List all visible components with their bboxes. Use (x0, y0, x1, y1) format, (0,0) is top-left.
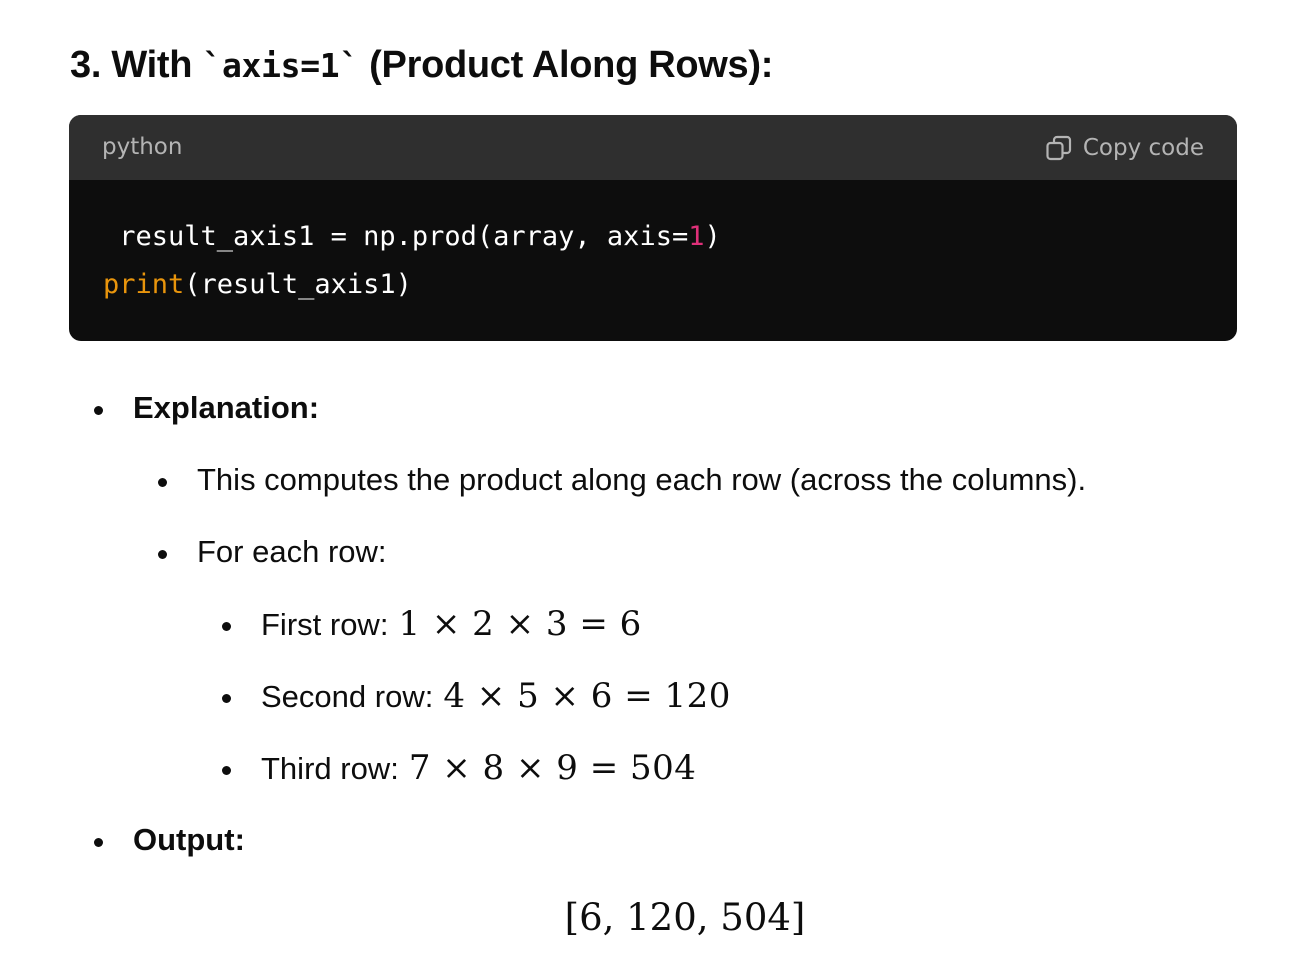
list-item: This computes the product along each row… (197, 462, 1086, 498)
list-item-text: This computes the product along each row… (197, 462, 1087, 497)
list-item-text: For each row: (197, 534, 387, 569)
code-text: ) (704, 221, 721, 252)
output-label: Output: (133, 822, 245, 858)
heading-inline-code: `axis=1` (202, 46, 359, 85)
copy-code-label: Copy code (1082, 135, 1204, 161)
math-expression: 1 × 2 × 3 = 6 (398, 604, 642, 644)
row-product-item: Third row: 7 × 8 × 9 = 504 (261, 748, 696, 788)
row-product-item: First row: 1 × 2 × 3 = 6 (261, 604, 642, 644)
copy-icon (1045, 134, 1073, 162)
bullet-dot (158, 478, 167, 487)
bullet-dot (222, 694, 231, 703)
section-heading: 3. With `axis=1` (Product Along Rows): (70, 44, 773, 87)
copy-code-button[interactable]: Copy code (1045, 132, 1204, 164)
bullet-dot (222, 766, 231, 775)
heading-suffix: (Product Along Rows): (358, 44, 774, 86)
row-label: First row: (261, 607, 389, 642)
code-line-1: result_axis1 = np.prod(array, axis=1) (103, 213, 721, 261)
bullet-dot (94, 838, 103, 847)
explanation-label-text: Explanation: (133, 390, 320, 425)
list-item: For each row: (197, 534, 387, 570)
code-block-header: python Copy code (69, 115, 1237, 180)
row-product-item: Second row: 4 × 5 × 6 = 120 (261, 676, 731, 716)
bullet-dot (158, 550, 167, 559)
output-math-display: [6, 120, 504] (564, 896, 806, 939)
row-label: Third row: (261, 751, 399, 786)
output-label-text: Output: (133, 822, 245, 857)
code-text: result_axis1 = np.prod(array, axis= (119, 221, 689, 252)
math-expression: 4 × 5 × 6 = 120 (443, 676, 731, 716)
row-label: Second row: (261, 679, 434, 714)
code-text: (result_axis1) (184, 269, 412, 300)
code-language-label: python (102, 134, 183, 160)
code-number: 1 (688, 221, 705, 252)
code-content: result_axis1 = np.prod(array, axis=1) pri… (103, 213, 721, 309)
code-line-2: print(result_axis1) (103, 261, 721, 309)
code-block: python Copy code result_axis1 = np.prod(… (69, 115, 1237, 341)
bullet-dot (94, 406, 103, 415)
heading-prefix: 3. With (70, 44, 203, 86)
code-builtin: print (103, 269, 185, 300)
math-expression: 7 × 8 × 9 = 504 (408, 748, 697, 788)
bullet-dot (222, 622, 231, 631)
explanation-label: Explanation: (133, 390, 319, 426)
